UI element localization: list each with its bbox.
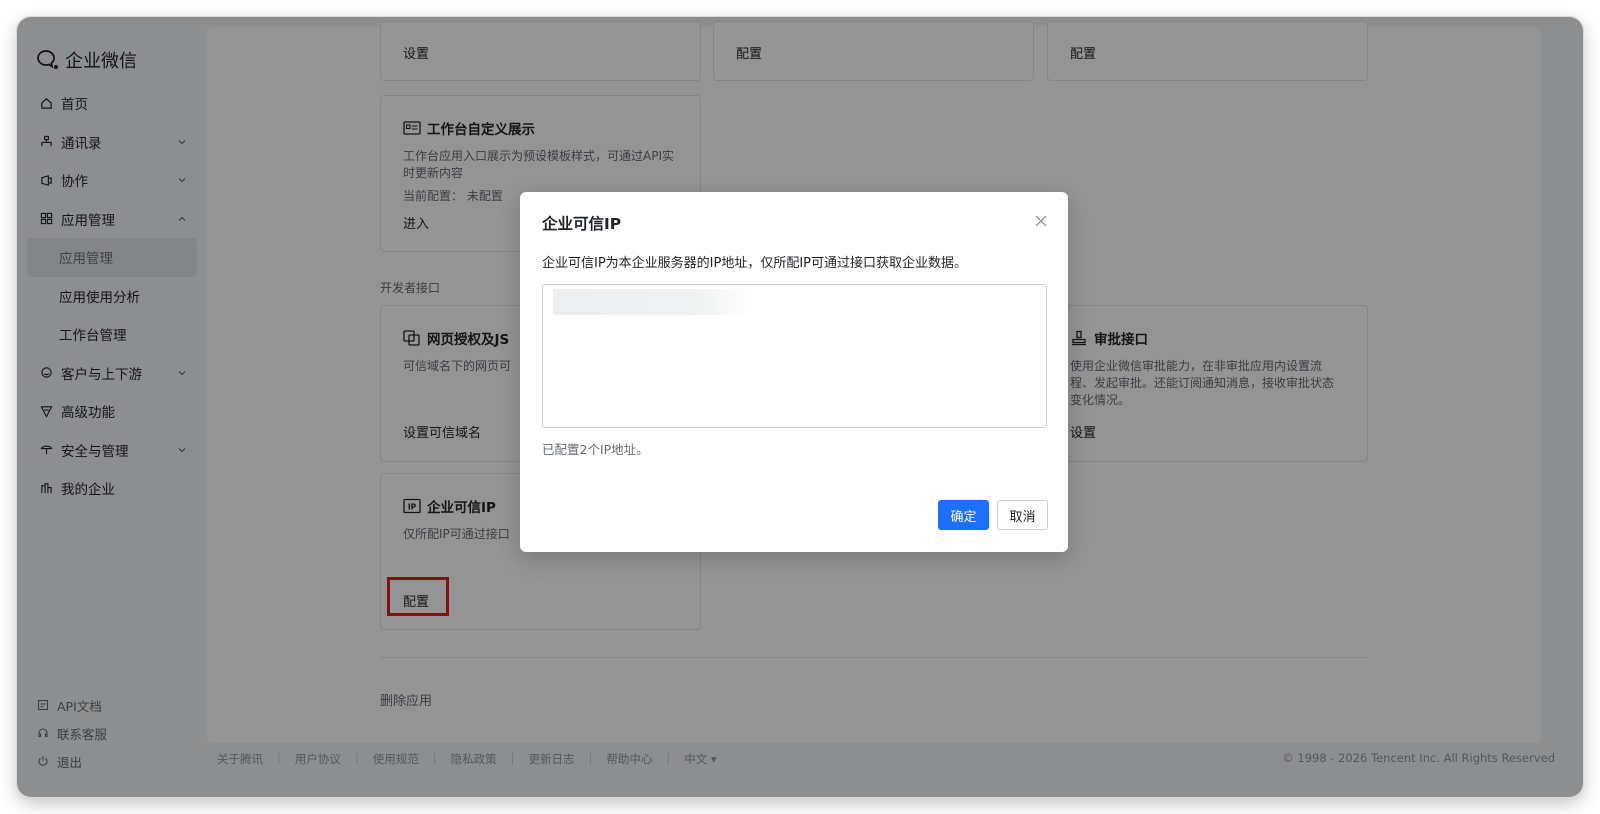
confirm-button[interactable]: 确定 bbox=[938, 500, 989, 530]
blurred-ip-entry bbox=[553, 289, 751, 315]
trusted-ip-dialog: 企业可信IP 企业可信IP为本企业服务器的IP地址，仅所配IP可通过接口获取企业… bbox=[520, 192, 1068, 552]
ip-count-text: 已配置2个IP地址。 bbox=[542, 442, 649, 457]
close-icon[interactable] bbox=[1034, 214, 1048, 228]
dialog-description: 企业可信IP为本企业服务器的IP地址，仅所配IP可通过接口获取企业数据。 bbox=[542, 256, 968, 271]
cancel-button[interactable]: 取消 bbox=[997, 500, 1048, 530]
app-window: 企业微信 首页 通讯录 协作 应用管理 应用管理 应用使用分析 工作台管理 客户… bbox=[17, 17, 1583, 797]
dialog-title: 企业可信IP bbox=[542, 215, 622, 233]
